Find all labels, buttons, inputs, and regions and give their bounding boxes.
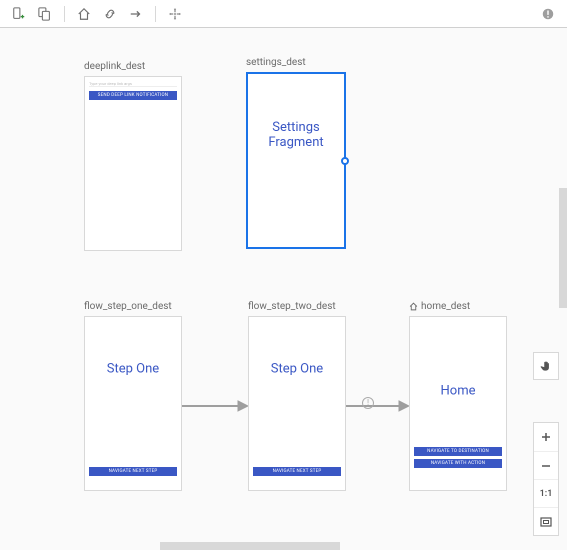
- action-arrow[interactable]: [182, 400, 248, 412]
- action-arrow[interactable]: [346, 400, 409, 412]
- preview-title: Step One: [249, 361, 345, 376]
- destination-label: flow_step_two_dest: [248, 301, 346, 312]
- destination-settings[interactable]: settings_dest Settings Fragment: [246, 57, 346, 249]
- toolbar-separator: [155, 6, 156, 22]
- preview-input-hint: Type your deep link args: [89, 81, 177, 87]
- vertical-scrollbar[interactable]: [559, 188, 567, 308]
- zoom-controls: 1:1: [533, 422, 559, 536]
- action-arrow-icon[interactable]: [125, 3, 147, 25]
- nested-graph-icon[interactable]: [34, 3, 56, 25]
- destination-home[interactable]: home_dest Home NAVIGATE TO DESTINATION N…: [409, 301, 507, 491]
- nav-graph-canvas[interactable]: deeplink_dest Type your deep link args S…: [0, 28, 567, 550]
- destination-preview[interactable]: Step One NAVIGATE NEXT STEP: [84, 316, 182, 491]
- destination-preview[interactable]: Type your deep link args SEND DEEP LINK …: [84, 76, 182, 251]
- auto-arrange-icon[interactable]: [164, 3, 186, 25]
- home-icon[interactable]: [73, 3, 95, 25]
- destination-label: settings_dest: [246, 57, 346, 68]
- preview-button: NAVIGATE TO DESTINATION: [414, 447, 502, 456]
- destination-step-two[interactable]: flow_step_two_dest Step One NAVIGATE NEX…: [248, 301, 346, 491]
- new-destination-icon[interactable]: [8, 3, 30, 25]
- action-handle[interactable]: [341, 157, 349, 165]
- preview-button: NAVIGATE WITH ACTION: [414, 459, 502, 468]
- start-destination-home-icon: [409, 302, 418, 311]
- destination-preview[interactable]: Step One NAVIGATE NEXT STEP: [248, 316, 346, 491]
- action-warning-icon: !: [362, 390, 374, 409]
- destination-preview[interactable]: Home NAVIGATE TO DESTINATION NAVIGATE WI…: [409, 316, 507, 491]
- destination-deeplink[interactable]: deeplink_dest Type your deep link args S…: [84, 61, 182, 251]
- warning-icon[interactable]: [537, 3, 559, 25]
- zoom-fit-button[interactable]: [534, 507, 558, 535]
- toolbar-separator: [64, 6, 65, 22]
- deeplink-icon[interactable]: [99, 3, 121, 25]
- preview-title: Step One: [85, 361, 181, 376]
- pan-hand-icon: [539, 359, 553, 373]
- pan-button[interactable]: [533, 352, 559, 380]
- preview-button: SEND DEEP LINK NOTIFICATION: [89, 91, 177, 100]
- zoom-reset-button[interactable]: 1:1: [534, 479, 558, 507]
- preview-title: Settings Fragment: [248, 120, 344, 150]
- zoom-out-button[interactable]: [534, 451, 558, 479]
- destination-step-one[interactable]: flow_step_one_dest Step One NAVIGATE NEX…: [84, 301, 182, 491]
- toolbar: [0, 0, 567, 28]
- horizontal-scrollbar[interactable]: [160, 542, 340, 550]
- destination-preview-selected[interactable]: Settings Fragment: [246, 72, 346, 249]
- destination-label: flow_step_one_dest: [84, 301, 182, 312]
- preview-title: Home: [410, 384, 506, 399]
- destination-label: deeplink_dest: [84, 61, 182, 72]
- preview-button: NAVIGATE NEXT STEP: [253, 467, 341, 476]
- destination-label-text: home_dest: [421, 301, 470, 312]
- zoom-in-button[interactable]: [534, 423, 558, 451]
- preview-button: NAVIGATE NEXT STEP: [89, 467, 177, 476]
- destination-label: home_dest: [409, 301, 507, 312]
